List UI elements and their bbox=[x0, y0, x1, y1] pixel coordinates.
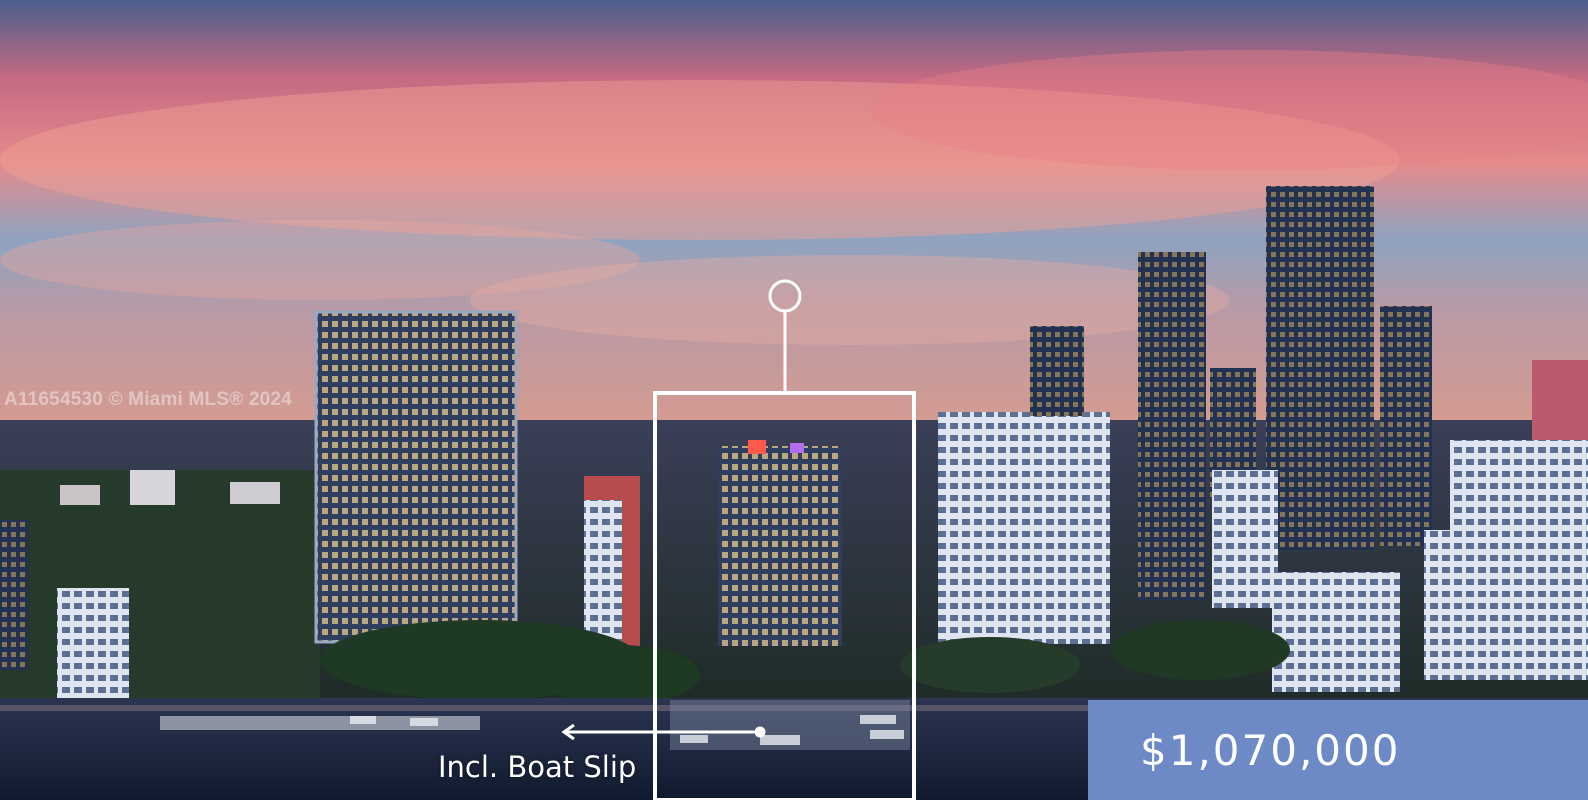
listing-price: $1,070,000 bbox=[1140, 725, 1401, 775]
price-banner: $1,070,000 bbox=[1088, 700, 1588, 800]
mls-watermark: A11654530 © Miami MLS® 2024 bbox=[4, 389, 292, 410]
boat-slip-label: Incl. Boat Slip bbox=[438, 750, 637, 784]
